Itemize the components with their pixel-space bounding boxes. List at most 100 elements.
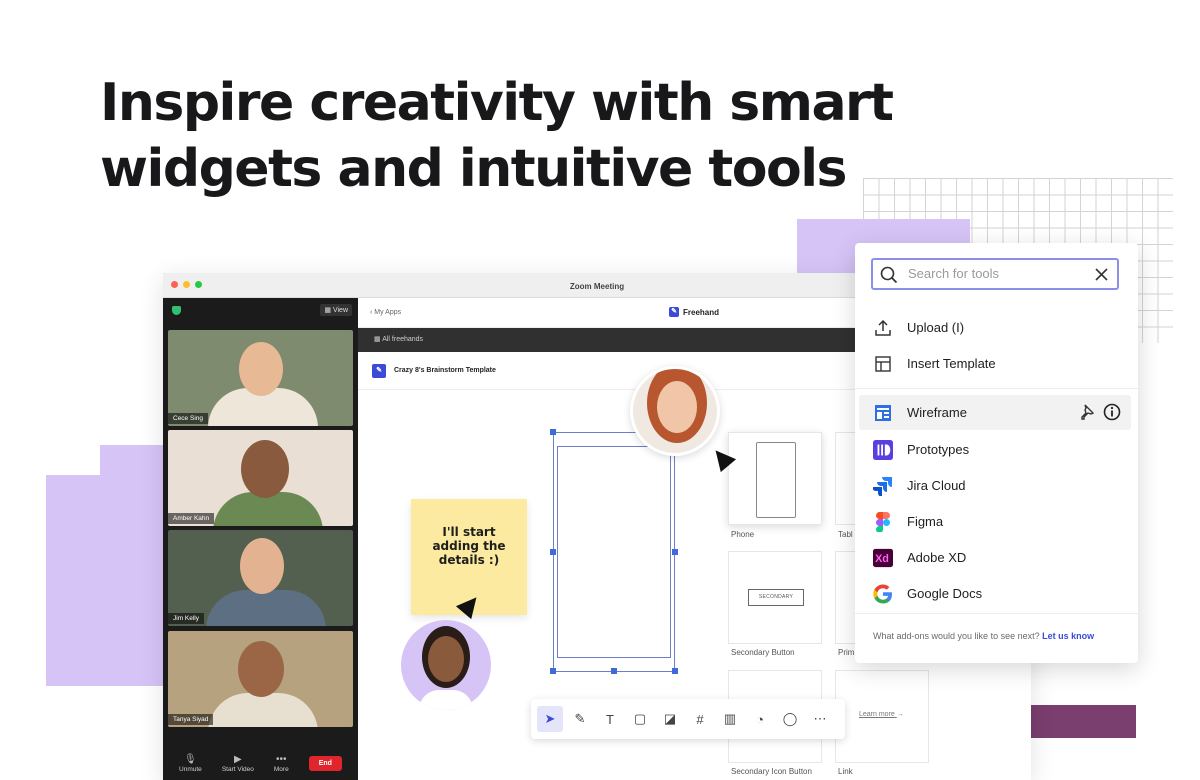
tool-search-box [871,258,1119,290]
google-docs-label: Google Docs [907,586,983,601]
pin-icon[interactable] [1079,403,1095,424]
view-label: View [332,307,348,314]
menu-item-figma[interactable]: Figma [859,504,1131,539]
adobe-xd-label: Adobe XD [907,550,967,565]
headline-line-1: Inspire creativity with smart [100,73,894,133]
adobe-xd-icon: Xd [873,548,893,568]
link-card-label: Link [838,767,853,776]
participant-name: Cece Sing [168,413,208,424]
secondary-button-label: Secondary Button [731,648,795,657]
secondary-icon-button-label: Secondary Icon Button [731,767,812,776]
freehand-logo-icon: ✎ [669,307,679,317]
freehand-name: Freehand [683,307,720,317]
upload-label: Upload (I) [907,320,965,335]
menu-item-jira-cloud[interactable]: Jira Cloud [859,468,1131,503]
more-label: More [273,765,289,773]
sticky-note-tool-icon[interactable]: ◪ [657,706,683,732]
wireframe-label: Wireframe [907,405,967,420]
menu-divider [855,388,1138,389]
participant-name: Jim Kelly [168,613,205,624]
back-to-apps-link[interactable]: ‹ My Apps [370,309,401,316]
video-panel: ▦ View Cece Sing Amber Kahn Jim Kelly Ta… [163,298,358,780]
decorative-lavender-block-left [46,475,166,686]
participant-face [240,538,284,594]
phone-frame-screen [557,446,671,658]
resize-handle[interactable] [672,668,678,674]
microphone-muted-icon: 🎙︎ [184,753,197,765]
start-video-button[interactable]: ▶ Start Video [222,754,254,773]
menu-divider [855,613,1138,614]
resize-handle[interactable] [550,668,556,674]
secondary-button-preview: SECONDARY [748,589,804,606]
resize-handle[interactable] [550,429,556,435]
participant-face [241,440,289,498]
let-us-know-link[interactable]: Let us know [1042,631,1094,641]
back-label: My Apps [374,309,402,316]
info-icon[interactable] [1103,403,1121,424]
google-icon [873,584,893,604]
menu-item-adobe-xd[interactable]: Xd Adobe XD [859,540,1131,575]
participant-face [238,641,284,697]
decorative-lavender-block-left-top [100,445,166,477]
wireframe-icon [873,403,893,423]
end-meeting-button[interactable]: End [308,755,342,771]
resize-handle[interactable] [611,668,617,674]
menu-item-prototypes[interactable]: Prototypes [859,432,1131,467]
secondary-button-card[interactable]: SECONDARY [728,551,822,644]
upload-icon [873,318,893,338]
select-tool-icon[interactable]: ➤ [537,706,563,732]
learn-more-link[interactable]: Learn more → [859,711,904,718]
svg-text:Xd: Xd [875,553,889,565]
phone-widget-card[interactable] [728,432,822,525]
rectangle-tool-icon[interactable]: ▢ [627,706,653,732]
collaborator-avatar-girl [401,620,491,710]
participant-tile-1[interactable]: Cece Sing [168,330,353,426]
participant-tile-2[interactable]: Amber Kahn [168,430,353,526]
grid-icon: ▦ [374,336,383,343]
avatar-shirt [419,690,473,710]
view-button[interactable]: ▦ View [320,304,352,316]
tablet-card-label: Tabl [838,530,853,539]
search-input[interactable] [908,266,1088,281]
grid-icon: ▦ [324,307,333,314]
jira-cloud-label: Jira Cloud [907,478,966,493]
avatar-face [428,636,464,682]
comment-tool-icon[interactable]: ◯ [777,706,803,732]
freehand-logo-icon: ✎ [372,363,386,378]
more-tools-icon[interactable]: ⋯ [807,706,833,732]
page-headline: Inspire creativity with smart widgets an… [100,70,894,202]
resize-handle[interactable] [550,549,556,555]
unmute-label: Unmute [179,765,202,773]
menu-item-upload[interactable]: Upload (I) [859,310,1131,345]
decorative-plum-block [1021,705,1136,738]
start-video-label: Start Video [221,765,254,773]
clear-search-icon[interactable] [1095,268,1108,281]
collaborator-avatar-redhead [630,366,720,456]
freehand-app-title: ✎ Freehand [669,307,719,317]
participant-tile-4[interactable]: Tanya Siyad [168,631,353,727]
template-icon [873,354,893,374]
menu-item-insert-template[interactable]: Insert Template [859,346,1131,381]
widgets-tool-icon[interactable]: ▥ [717,706,743,732]
resize-handle[interactable] [672,549,678,555]
palette-tool-icon[interactable]: ◔ [747,706,773,732]
meeting-controls: 🎙︎ Unmute ▶ Start Video ••• More End [163,746,358,780]
figma-label: Figma [907,514,944,529]
template-name: Crazy 8's Brainstorm Template [394,367,496,374]
search-icon [880,266,898,284]
frame-tool-icon[interactable]: # [687,706,713,732]
learn-more-text: Learn more [859,711,895,718]
menu-item-google-docs[interactable]: Google Docs [859,576,1131,611]
participant-tile-3[interactable]: Jim Kelly [168,530,353,626]
arrow-right-icon: → [896,711,904,718]
menu-item-wireframe[interactable]: Wireframe [859,395,1131,430]
sticky-note-text: I'll start adding the details :) [432,525,506,567]
prototypes-label: Prototypes [907,442,970,457]
text-tool-icon[interactable]: T [597,706,623,732]
unmute-button[interactable]: 🎙︎ Unmute [179,754,202,773]
security-shield-icon[interactable] [172,306,181,315]
participant-face [239,342,283,396]
more-button[interactable]: ••• More [274,754,289,773]
pen-tool-icon[interactable]: ✎ [567,706,593,732]
video-off-icon: ▶ [233,753,242,765]
